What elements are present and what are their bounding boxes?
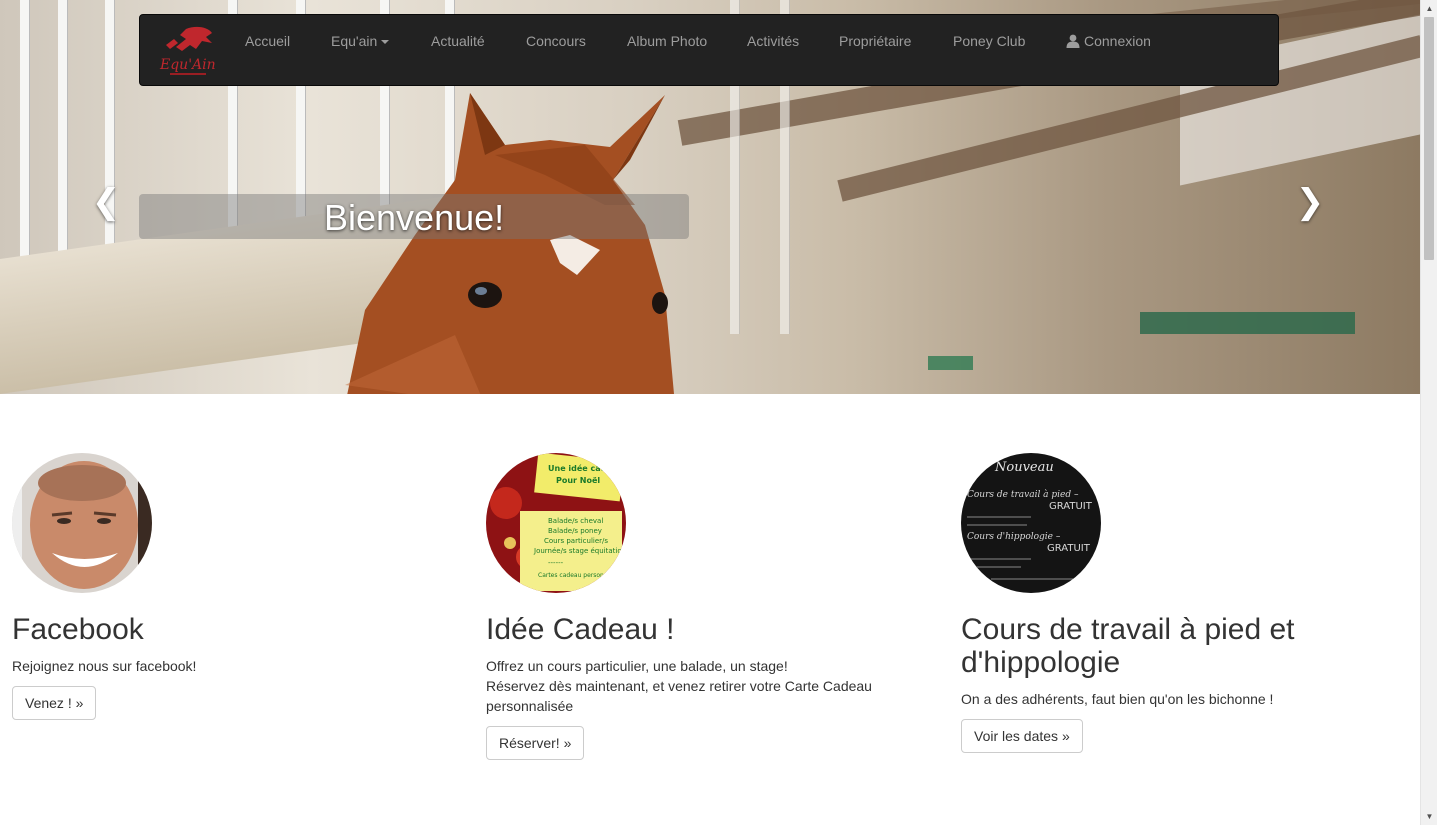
green-sign: [928, 356, 973, 370]
feature-text-line: Offrez un cours particulier, une balade,…: [486, 658, 788, 674]
scroll-up-icon[interactable]: ▲: [1421, 0, 1437, 17]
nav-item-label: Propriétaire: [839, 33, 912, 49]
nav-item-proprietaire[interactable]: Propriétaire: [839, 15, 911, 65]
svg-text:Nouveau: Nouveau: [994, 460, 1054, 475]
vertical-scrollbar[interactable]: ▲ ▼: [1420, 0, 1437, 825]
svg-text:Pour Noël: Pour Noël: [556, 476, 600, 485]
nav-item-label: Equ'ain: [331, 33, 378, 49]
carousel-next-button[interactable]: ❯: [1290, 182, 1330, 222]
carousel-caption: Bienvenue!: [139, 194, 689, 239]
nav-item-actualite[interactable]: Actualité: [431, 15, 485, 65]
nav-item-album-photo[interactable]: Album Photo: [627, 15, 707, 65]
nav-item-activites[interactable]: Activités: [747, 15, 799, 65]
chalkboard-image[interactable]: Nouveau Cours de travail à pied – GRATUI…: [961, 453, 1101, 593]
svg-text:Cartes cadeau personnalisées: Cartes cadeau personnalisées: [538, 572, 626, 579]
voir-les-dates-button[interactable]: Voir les dates »: [961, 719, 1083, 753]
nav-item-poney-club[interactable]: Poney Club: [953, 15, 1025, 65]
nav-item-concours[interactable]: Concours: [526, 15, 586, 65]
nav-item-label: Accueil: [245, 33, 291, 49]
svg-text:Balade/s cheval: Balade/s cheval: [548, 517, 603, 525]
svg-text:Cours particulier/s: Cours particulier/s: [544, 537, 608, 545]
nav-item-accueil[interactable]: Accueil: [245, 15, 290, 65]
reserver-button[interactable]: Réserver! »: [486, 726, 585, 760]
horse-image: [345, 93, 674, 394]
nav-item-label: Album Photo: [627, 33, 708, 49]
caret-down-icon: [381, 40, 390, 45]
feature-heading: Facebook: [12, 613, 144, 646]
svg-text:GRATUIT: GRATUIT: [1049, 501, 1093, 512]
nav-item-label: Connexion: [1084, 33, 1151, 49]
svg-text:Journée/s stage équitation: Journée/s stage équitation: [533, 547, 626, 555]
chevron-left-icon: ❮: [91, 182, 121, 222]
equ-ain-horse-logo[interactable]: Equ'Ain: [156, 23, 220, 79]
feature-text-line: Réservez dès maintenant, et venez retire…: [486, 678, 872, 714]
feature-text-line: Rejoignez nous sur facebook!: [12, 658, 197, 674]
user-icon: [1066, 34, 1080, 48]
nav-item-label: Concours: [526, 33, 586, 49]
carousel-caption-title: Bienvenue!: [324, 197, 505, 238]
facebook-portrait-image[interactable]: [12, 453, 152, 593]
svg-text:Cours de travail à pied –: Cours de travail à pied –: [967, 489, 1079, 500]
top-navbar: Equ'Ain Accueil Equ'ain Actualité Concou…: [139, 14, 1279, 86]
gift-card-flyer-image[interactable]: Une idée cadeau !!! Pour Noël Balade/s c…: [486, 453, 626, 593]
nav-item-label: Activités: [747, 33, 800, 49]
svg-text:Cours d'hippologie –: Cours d'hippologie –: [967, 532, 1061, 542]
feature-heading: Cours de travail à pied et d'hippologie: [961, 613, 1295, 679]
svg-text:------: ------: [548, 559, 564, 567]
chevron-right-icon: ❯: [1295, 182, 1325, 222]
nav-item-equain-dropdown[interactable]: Equ'ain: [331, 15, 390, 65]
feature-column-cours: Nouveau Cours de travail à pied – GRATUI…: [961, 453, 1411, 753]
svg-text:Balade/s poney: Balade/s poney: [548, 527, 602, 535]
nav-item-connexion[interactable]: Connexion: [1066, 15, 1151, 65]
feature-text-line: On a des adhérents, faut bien qu'on les …: [961, 691, 1274, 707]
svg-text:GRATUIT: GRATUIT: [1047, 543, 1091, 554]
scrollbar-thumb[interactable]: [1424, 17, 1434, 260]
feature-heading: Idée Cadeau !: [486, 613, 675, 646]
svg-text:Une idée cadeau !!!: Une idée cadeau !!!: [548, 463, 626, 473]
venez-button[interactable]: Venez ! »: [12, 686, 97, 720]
svg-text:Equ'Ain: Equ'Ain: [159, 57, 216, 73]
feature-column-facebook: Facebook Rejoignez nous sur facebook! Ve…: [12, 453, 462, 720]
carousel-prev-button[interactable]: ❮: [86, 182, 126, 222]
feature-column-idee-cadeau: Une idée cadeau !!! Pour Noël Balade/s c…: [486, 453, 936, 760]
green-sign: [1140, 312, 1355, 334]
nav-item-label: Actualité: [431, 33, 485, 49]
scroll-down-icon[interactable]: ▼: [1421, 808, 1437, 825]
nav-item-label: Poney Club: [953, 33, 1026, 49]
